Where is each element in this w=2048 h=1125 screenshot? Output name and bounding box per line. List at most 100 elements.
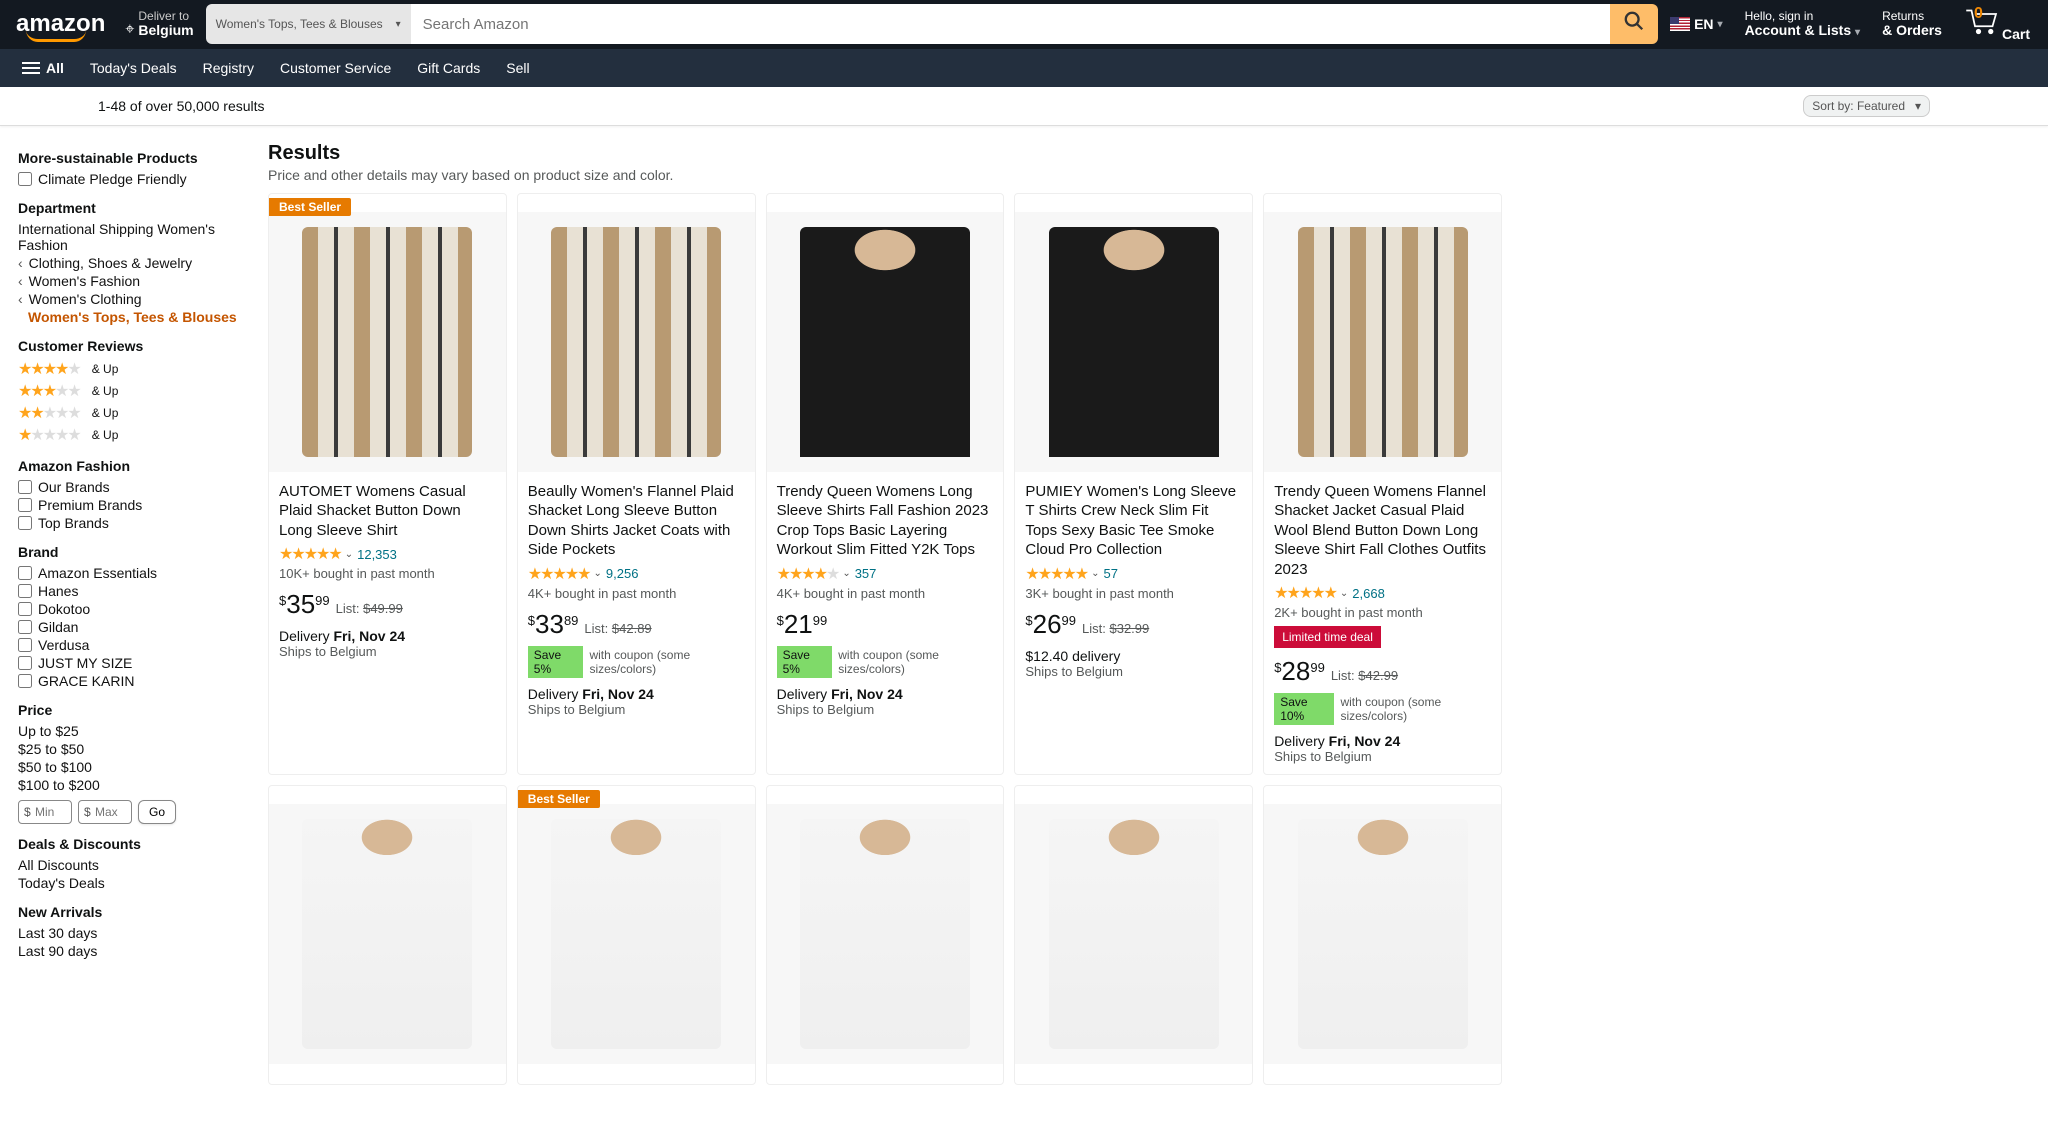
- brand-filter[interactable]: Hanes: [18, 582, 248, 600]
- search-category-dropdown[interactable]: Women's Tops, Tees & Blouses: [206, 4, 411, 44]
- product-card[interactable]: [268, 785, 507, 1085]
- filter-1star-up[interactable]: ★★★★★& Up: [18, 424, 248, 446]
- checkbox[interactable]: [18, 602, 32, 616]
- deliver-to[interactable]: ⌖ Deliver to Belgium: [115, 4, 203, 45]
- deals-filter[interactable]: All Discounts: [18, 856, 248, 874]
- checkbox[interactable]: [18, 620, 32, 634]
- checkbox[interactable]: [18, 674, 32, 688]
- product-rating[interactable]: ★★★★★⌄2,668: [1274, 583, 1491, 603]
- product-image[interactable]: [1015, 212, 1252, 472]
- product-image[interactable]: [269, 804, 506, 1064]
- product-title[interactable]: AUTOMET Womens Casual Plaid Shacket Butt…: [279, 482, 496, 541]
- review-count[interactable]: 357: [855, 566, 877, 581]
- filter-2star-up[interactable]: ★★★★★& Up: [18, 402, 248, 424]
- review-count[interactable]: 12,353: [357, 547, 397, 562]
- product-card[interactable]: Trendy Queen Womens Long Sleeve Shirts F…: [766, 193, 1005, 776]
- product-image[interactable]: [269, 212, 506, 472]
- search-button[interactable]: [1610, 4, 1658, 44]
- product-image[interactable]: [767, 212, 1004, 472]
- checkbox[interactable]: [18, 498, 32, 512]
- review-count[interactable]: 9,256: [606, 566, 639, 581]
- brand-filter[interactable]: GRACE KARIN: [18, 672, 248, 690]
- product-card[interactable]: PUMIEY Women's Long Sleeve T Shirts Crew…: [1014, 193, 1253, 776]
- product-title[interactable]: PUMIEY Women's Long Sleeve T Shirts Crew…: [1025, 482, 1242, 560]
- price-range[interactable]: $100 to $200: [18, 776, 248, 794]
- price-range[interactable]: $50 to $100: [18, 758, 248, 776]
- language-selector[interactable]: EN ▾: [1660, 16, 1732, 32]
- dept-crumb[interactable]: Women's Fashion: [18, 272, 248, 290]
- filter-our-brands[interactable]: Our Brands: [18, 478, 248, 496]
- account-menu[interactable]: Hello, sign in Account & Lists ▾: [1735, 10, 1871, 39]
- dept-crumb[interactable]: Women's Clothing: [18, 290, 248, 308]
- star-rating-icon: ★★★★★: [1274, 583, 1336, 603]
- filter-top-brands[interactable]: Top Brands: [18, 514, 248, 532]
- filter-heading-department: Department: [18, 200, 248, 216]
- product-card[interactable]: Beaully Women's Flannel Plaid Shacket Lo…: [517, 193, 756, 776]
- amazon-logo[interactable]: amazon: [8, 4, 113, 44]
- brand-filter[interactable]: Dokotoo: [18, 600, 248, 618]
- checkbox[interactable]: [18, 656, 32, 670]
- product-image[interactable]: [767, 804, 1004, 1064]
- brand-filter[interactable]: JUST MY SIZE: [18, 654, 248, 672]
- hamburger-icon: [22, 59, 40, 77]
- dept-top[interactable]: International Shipping Women's Fashion: [18, 220, 248, 254]
- price-go-button[interactable]: Go: [138, 800, 176, 824]
- brand-filter[interactable]: Gildan: [18, 618, 248, 636]
- product-image[interactable]: [1015, 804, 1252, 1064]
- price-range[interactable]: $25 to $50: [18, 740, 248, 758]
- nav-todays-deals[interactable]: Today's Deals: [80, 52, 187, 84]
- lang-code: EN: [1694, 16, 1713, 32]
- filter-label: Climate Pledge Friendly: [38, 171, 187, 187]
- filter-3star-up[interactable]: ★★★★★& Up: [18, 380, 248, 402]
- price-range[interactable]: Up to $25: [18, 722, 248, 740]
- product-rating[interactable]: ★★★★★⌄12,353: [279, 544, 496, 564]
- filter-heading-sustainable: More-sustainable Products: [18, 150, 248, 166]
- checkbox[interactable]: [18, 566, 32, 580]
- checkbox[interactable]: [18, 480, 32, 494]
- product-image[interactable]: [518, 212, 755, 472]
- product-card[interactable]: [766, 785, 1005, 1085]
- product-image[interactable]: [1264, 804, 1501, 1064]
- brand-filter[interactable]: Verdusa: [18, 636, 248, 654]
- product-title[interactable]: Trendy Queen Womens Long Sleeve Shirts F…: [777, 482, 994, 560]
- product-rating[interactable]: ★★★★★⌄57: [1025, 564, 1242, 584]
- bought-text: 4K+ bought in past month: [777, 586, 994, 601]
- checkbox[interactable]: [18, 584, 32, 598]
- nav-registry[interactable]: Registry: [193, 52, 264, 84]
- cart-link[interactable]: 0 Cart: [1954, 7, 2040, 42]
- checkbox[interactable]: [18, 638, 32, 652]
- product-card[interactable]: [1263, 785, 1502, 1085]
- account-lists: Account & Lists: [1745, 22, 1852, 38]
- product-rating[interactable]: ★★★★★⌄9,256: [528, 564, 745, 584]
- sort-dropdown[interactable]: Sort by: Featured: [1803, 95, 1930, 117]
- product-title[interactable]: Trendy Queen Womens Flannel Shacket Jack…: [1274, 482, 1491, 580]
- filter-label: Hanes: [38, 583, 78, 599]
- new-filter[interactable]: Last 90 days: [18, 942, 248, 960]
- nav-sell[interactable]: Sell: [496, 52, 539, 84]
- nav-gift-cards[interactable]: Gift Cards: [407, 52, 490, 84]
- product-image[interactable]: [518, 804, 755, 1064]
- filter-4star-up[interactable]: ★★★★★& Up: [18, 358, 248, 380]
- product-card[interactable]: Best SellerAUTOMET Womens Casual Plaid S…: [268, 193, 507, 776]
- filter-premium-brands[interactable]: Premium Brands: [18, 496, 248, 514]
- nav-customer-service[interactable]: Customer Service: [270, 52, 401, 84]
- checkbox[interactable]: [18, 516, 32, 530]
- product-rating[interactable]: ★★★★★⌄357: [777, 564, 994, 584]
- checkbox[interactable]: [18, 172, 32, 186]
- dept-crumb[interactable]: Clothing, Shoes & Jewelry: [18, 254, 248, 272]
- product-image[interactable]: [1264, 212, 1501, 472]
- deals-filter[interactable]: Today's Deals: [18, 874, 248, 892]
- product-title[interactable]: Beaully Women's Flannel Plaid Shacket Lo…: [528, 482, 745, 560]
- review-count[interactable]: 2,668: [1352, 586, 1385, 601]
- product-card[interactable]: Trendy Queen Womens Flannel Shacket Jack…: [1263, 193, 1502, 776]
- nav-all[interactable]: All: [12, 51, 74, 85]
- search-input[interactable]: [411, 4, 1610, 44]
- new-filter[interactable]: Last 30 days: [18, 924, 248, 942]
- brand-filter[interactable]: Amazon Essentials: [18, 564, 248, 582]
- product-thumb-icon: [551, 819, 721, 1049]
- product-card[interactable]: [1014, 785, 1253, 1085]
- product-card[interactable]: Best Seller: [517, 785, 756, 1085]
- review-count[interactable]: 57: [1104, 566, 1118, 581]
- filter-climate-pledge[interactable]: Climate Pledge Friendly: [18, 170, 248, 188]
- orders-link[interactable]: Returns & Orders: [1872, 10, 1952, 39]
